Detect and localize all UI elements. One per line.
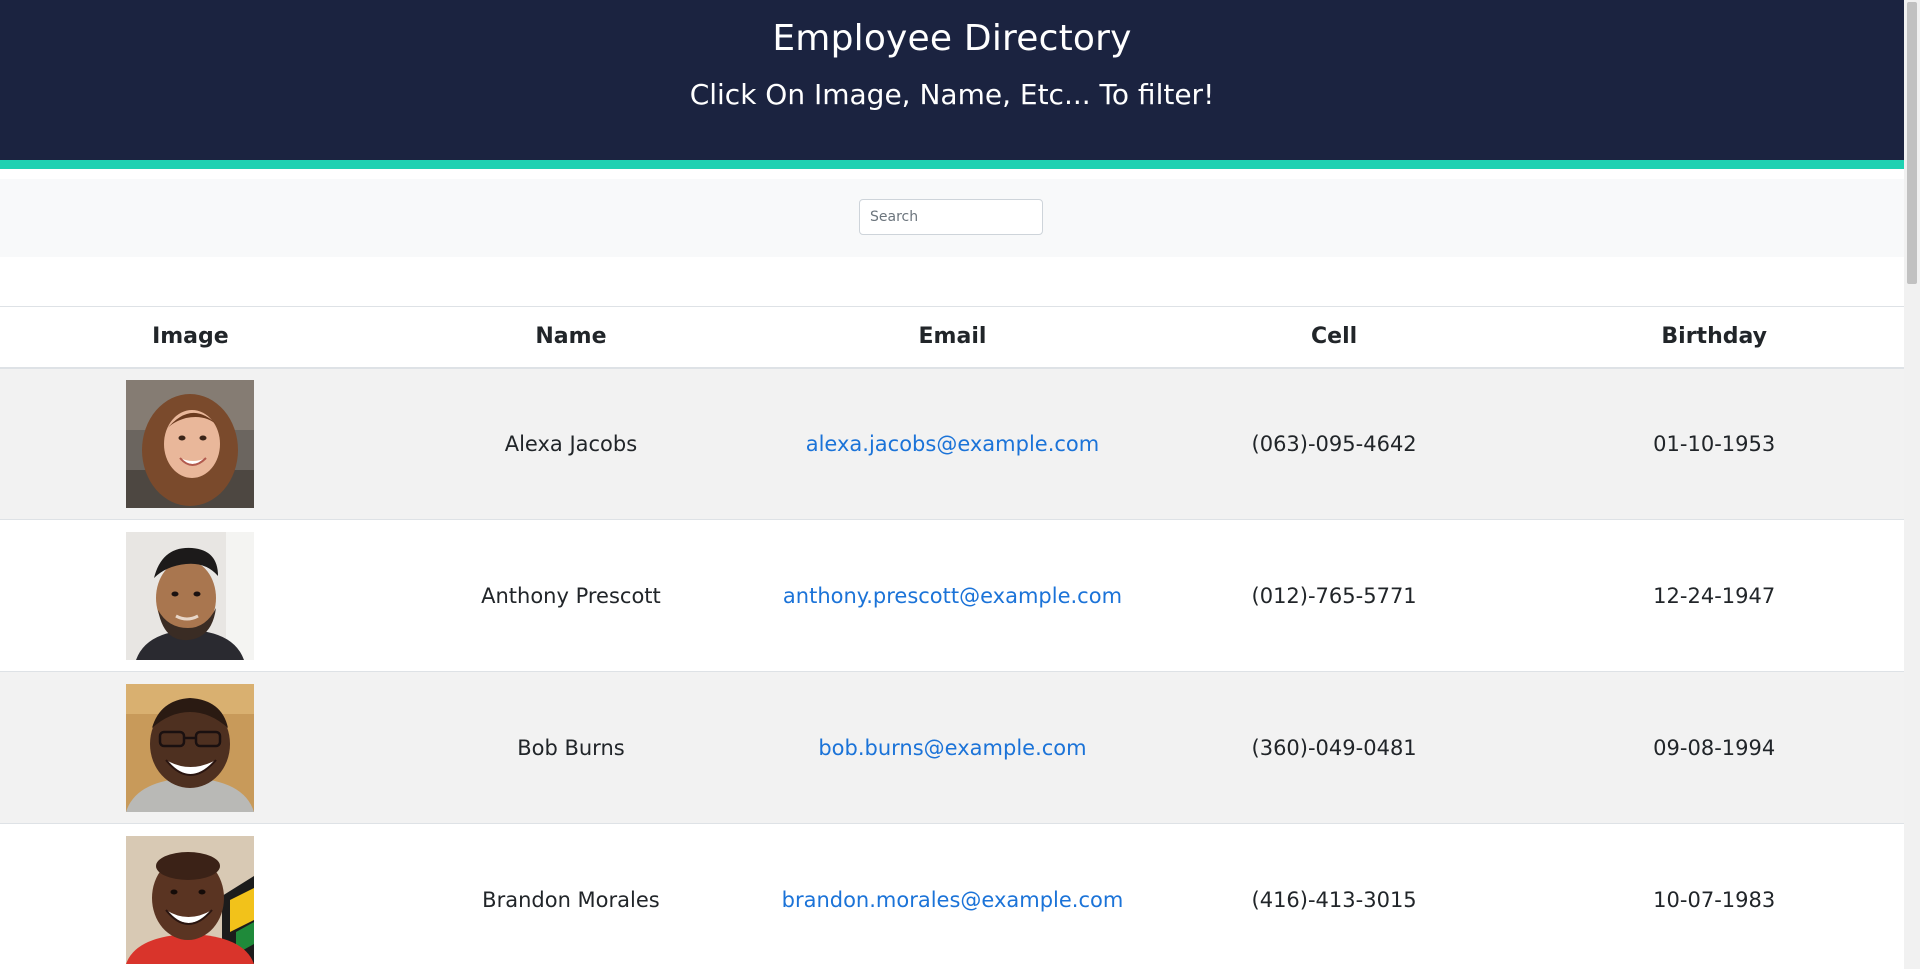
cell-phone: (063)-095-4642 [1251, 431, 1417, 456]
email-link[interactable]: anthony.prescott@example.com [783, 584, 1122, 608]
image-cell [0, 824, 381, 969]
birthday-cell: 10-07-1983 [1653, 887, 1776, 912]
page-header: Employee Directory Click On Image, Name,… [0, 0, 1904, 160]
birthday-cell: 01-10-1953 [1653, 431, 1776, 456]
table-row: Anthony Prescott anthony.prescott@exampl… [0, 519, 1904, 672]
employee-table: Image Name Email Cell Birthday Alexa Jac… [0, 306, 1904, 969]
page-title: Employee Directory [772, 18, 1132, 59]
cell-phone: (360)-049-0481 [1251, 735, 1417, 760]
column-header-birthday[interactable]: Birthday [1524, 307, 1904, 368]
cell-phone: (416)-413-3015 [1251, 887, 1417, 912]
scrollbar-thumb[interactable] [1907, 2, 1917, 284]
image-cell [0, 368, 381, 520]
column-header-cell[interactable]: Cell [1144, 307, 1525, 368]
birthday-cell: 09-08-1994 [1653, 735, 1776, 760]
page-subtitle: Click On Image, Name, Etc... To filter! [689, 78, 1215, 111]
column-header-name[interactable]: Name [381, 307, 761, 368]
table-row: Alexa Jacobs alexa.jacobs@example.com (0… [0, 367, 1904, 520]
email-link[interactable]: bob.burns@example.com [818, 736, 1086, 760]
name-cell: Alexa Jacobs [504, 431, 638, 456]
search-bar [0, 179, 1904, 257]
email-cell: bob.burns@example.com [761, 672, 1144, 824]
table-header-row: Image Name Email Cell Birthday [0, 306, 1904, 368]
column-header-image[interactable]: Image [0, 307, 381, 368]
vertical-scrollbar[interactable] [1904, 0, 1920, 969]
table-row: Bob Burns bob.burns@example.com (360)-04… [0, 671, 1904, 824]
email-link[interactable]: brandon.morales@example.com [782, 888, 1124, 912]
image-cell [0, 672, 381, 824]
email-cell: alexa.jacobs@example.com [761, 368, 1144, 520]
name-cell: Brandon Morales [482, 887, 660, 912]
table-row: Brandon Morales brandon.morales@example.… [0, 823, 1904, 969]
email-cell: brandon.morales@example.com [761, 824, 1144, 969]
email-link[interactable]: alexa.jacobs@example.com [806, 432, 1100, 456]
avatar [126, 531, 255, 660]
search-input[interactable] [859, 199, 1043, 235]
header-accent-bar [0, 160, 1904, 169]
avatar [126, 683, 255, 812]
cell-phone: (012)-765-5771 [1251, 583, 1417, 608]
image-cell [0, 520, 381, 672]
column-header-email[interactable]: Email [761, 307, 1144, 368]
name-cell: Bob Burns [517, 735, 625, 760]
birthday-cell: 12-24-1947 [1653, 583, 1776, 608]
employee-directory-page: Employee Directory Click On Image, Name,… [0, 0, 1904, 969]
avatar [126, 835, 255, 964]
avatar [126, 379, 255, 508]
name-cell: Anthony Prescott [481, 583, 661, 608]
email-cell: anthony.prescott@example.com [761, 520, 1144, 672]
